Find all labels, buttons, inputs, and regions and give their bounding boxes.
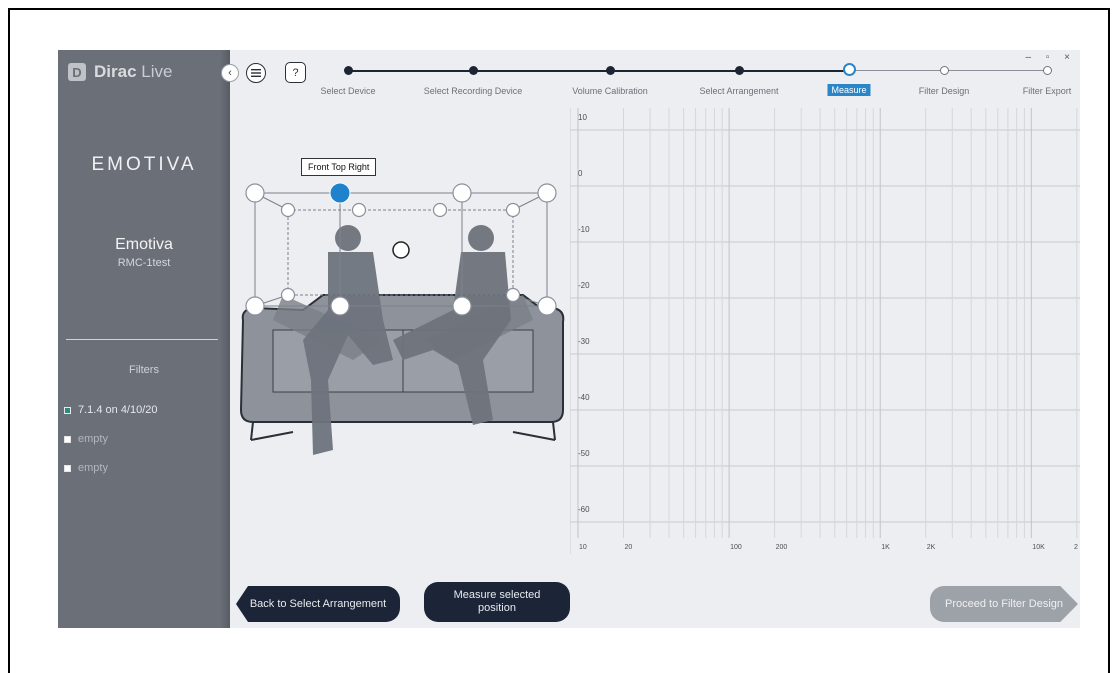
window-controls[interactable]: – ▫ × <box>1025 52 1076 63</box>
speaker-position[interactable] <box>280 202 296 218</box>
filter-slot-1[interactable]: 7.1.4 on 4/10/20 <box>64 404 158 416</box>
filters-title: Filters <box>129 364 159 376</box>
step-label[interactable]: Select Arrangement <box>699 86 778 96</box>
x-tick-label: 1K <box>881 544 890 551</box>
speaker-position[interactable] <box>537 183 557 203</box>
speaker-position[interactable] <box>432 202 448 218</box>
help-icon: ? <box>292 66 299 79</box>
step-label[interactable]: Filter Export <box>1023 86 1072 96</box>
step-label[interactable]: Filter Design <box>919 86 970 96</box>
step-label[interactable]: Select Device <box>320 86 375 96</box>
step-dot-measure[interactable] <box>843 63 856 76</box>
checkbox-icon[interactable] <box>64 435 71 443</box>
brand: D Dirac Live <box>68 62 172 82</box>
step-dot-filter-design[interactable] <box>940 66 949 75</box>
dirac-live-app: D Dirac Live EMOTIVA Emotiva RMC-1test F… <box>58 50 1080 628</box>
step-dot-select-device[interactable] <box>344 66 353 75</box>
emotiva-logo: EMOTIVA <box>91 154 197 175</box>
help-button[interactable]: ? <box>285 62 306 83</box>
y-tick-label: 0 <box>578 169 583 178</box>
back-to-select-arrangement-button[interactable]: Back to Select Arrangement <box>236 586 400 622</box>
speaker-position[interactable] <box>280 287 296 303</box>
x-tick-label: 2K <box>927 544 936 551</box>
graph-svg: 100-10-20-30-40-50-6010 20 100 200 1K 2K 10K 2 <box>570 108 1080 554</box>
hamburger-icon <box>251 69 261 77</box>
speaker-tooltip: Front Top Right <box>301 158 377 176</box>
y-tick-label: -40 <box>578 393 590 402</box>
speaker-position[interactable] <box>537 296 557 316</box>
measure-selected-position-button[interactable]: Measure selected position <box>424 582 570 622</box>
x-tick-label: 200 <box>776 544 788 551</box>
menu-button[interactable] <box>246 63 266 83</box>
filter-slot-2[interactable]: empty <box>64 433 108 445</box>
x-tick-label: 100 <box>730 544 742 551</box>
step-dot-filter-export[interactable] <box>1043 66 1052 75</box>
y-tick-label: -50 <box>578 449 590 458</box>
x-tick-label: 20 <box>624 544 632 551</box>
y-tick-label: -10 <box>578 225 590 234</box>
mic-position-marker[interactable] <box>392 241 410 259</box>
filter-label: empty <box>78 462 108 474</box>
y-tick-label: 10 <box>578 113 587 122</box>
filter-label: 7.1.4 on 4/10/20 <box>78 404 158 416</box>
x-tick-label: 10 <box>579 544 587 551</box>
checkbox-icon[interactable] <box>64 464 71 472</box>
speaker-position[interactable] <box>245 183 265 203</box>
dirac-logo-icon: D <box>68 63 86 81</box>
x-tick-label: 10K <box>1032 544 1045 551</box>
filter-label: empty <box>78 433 108 445</box>
y-tick-label: -20 <box>578 281 590 290</box>
device-model: RMC-1test <box>117 257 171 269</box>
step-dot-select-arrangement[interactable] <box>735 66 744 75</box>
y-tick-label: -30 <box>578 337 590 346</box>
step-dot-volume-calibration[interactable] <box>606 66 615 75</box>
proceed-to-filter-design-button[interactable]: Proceed to Filter Design <box>930 586 1078 622</box>
sofa-illustration <box>239 294 565 441</box>
chevron-left-icon: ‹ <box>228 67 232 79</box>
selected-speaker-position[interactable] <box>329 182 351 204</box>
x-tick-label: 2 <box>1074 544 1078 551</box>
app-title: Dirac Live <box>94 62 173 81</box>
frequency-response-graph: 10 0 -10 -20 -30 -40 -50 -60 10 20 100 200 1K 2K 10K 2 <box>570 108 1080 554</box>
collapse-sidebar-button[interactable]: ‹ <box>221 64 239 82</box>
divider <box>66 339 218 340</box>
speaker-position[interactable] <box>330 296 350 316</box>
speaker-position[interactable] <box>245 296 265 316</box>
step-dot-select-recording-device[interactable] <box>469 66 478 75</box>
speaker-position[interactable] <box>452 183 472 203</box>
checkbox-icon[interactable] <box>64 406 71 414</box>
speaker-position[interactable] <box>505 202 521 218</box>
step-label[interactable]: Volume Calibration <box>572 86 648 96</box>
device-name: Emotiva <box>115 236 173 253</box>
speaker-position[interactable] <box>351 202 367 218</box>
step-label[interactable]: Select Recording Device <box>424 86 523 96</box>
sidebar: D Dirac Live EMOTIVA Emotiva RMC-1test F… <box>58 50 230 628</box>
step-label-current[interactable]: Measure <box>827 84 871 96</box>
speaker-arrangement <box>239 182 565 455</box>
speaker-position[interactable] <box>452 296 472 316</box>
y-tick-label: -60 <box>578 505 590 514</box>
speaker-position[interactable] <box>505 287 521 303</box>
filter-slot-3[interactable]: empty <box>64 462 108 474</box>
